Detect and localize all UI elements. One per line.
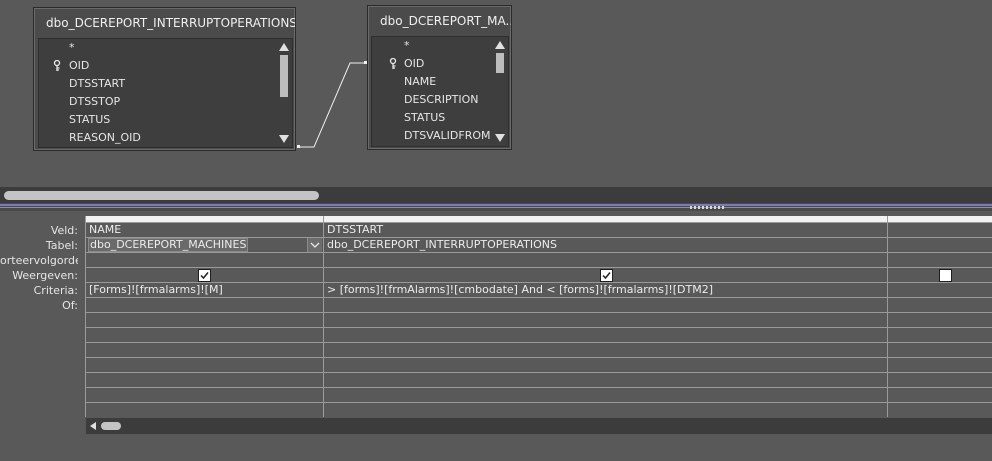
field-item[interactable]: STATUS (404, 109, 445, 127)
join-line[interactable] (294, 55, 374, 155)
row-label-show: Weergeven: (12, 269, 78, 282)
table-window-machines[interactable]: dbo_DCEREPORT_MA... * OID NAME DESCRIPTI… (367, 5, 512, 150)
show-checkbox-col1[interactable] (198, 269, 211, 282)
checkmark-icon (200, 272, 209, 280)
field-list[interactable]: * OID NAME DESCRIPTION STATUS DTSVALIDFR… (371, 36, 509, 147)
show-checkbox-col2[interactable] (600, 269, 613, 282)
row-label-or: Of: (62, 299, 78, 312)
field-item[interactable]: DTSVALIDFROM (404, 127, 490, 145)
scroll-down-icon[interactable] (279, 135, 289, 143)
field-item[interactable]: OID (404, 55, 424, 73)
table-combobox-col1[interactable]: dbo_DCEREPORT_MACHINES (86, 238, 322, 252)
checkmark-icon (602, 272, 611, 280)
query-design-grid[interactable]: Veld: Tabel: orteervolgorde: Weergeven: … (0, 211, 992, 461)
scrollbar-thumb[interactable] (4, 191, 319, 200)
diagram-horizontal-scrollbar[interactable] (0, 187, 992, 203)
table-title[interactable]: dbo_DCEREPORT_MA... (368, 6, 511, 36)
field-item[interactable]: OID (69, 57, 89, 75)
show-checkbox-col3[interactable] (939, 269, 952, 282)
field-item[interactable]: * (404, 37, 410, 55)
field-cell-col2[interactable]: DTSSTART (327, 223, 383, 237)
scroll-up-icon[interactable] (279, 43, 289, 51)
query-diagram-pane[interactable]: dbo_DCEREPORT_INTERRUPTOPERATIONS * OID … (0, 0, 992, 190)
field-cell-col1[interactable]: NAME (89, 223, 121, 237)
pane-splitter[interactable] (0, 203, 992, 211)
scrollbar-thumb[interactable] (101, 422, 121, 430)
splitter-grip[interactable] (690, 206, 724, 209)
row-label-field: Veld: (50, 224, 78, 237)
row-label-sort: orteervolgorde: (0, 254, 78, 267)
table-window-interruptoperations[interactable]: dbo_DCEREPORT_INTERRUPTOPERATIONS * OID … (33, 7, 296, 151)
key-icon (53, 59, 63, 72)
criteria-cell-col2[interactable]: > [forms]![frmAlarms]![cmbodate] And < [… (327, 283, 713, 297)
field-list-scrollbar[interactable] (277, 39, 291, 147)
scroll-down-icon[interactable] (495, 134, 505, 142)
field-item[interactable]: NAME (404, 73, 436, 91)
field-item[interactable]: * (69, 39, 75, 57)
field-list-scrollbar[interactable] (493, 37, 507, 146)
chevron-down-icon (310, 242, 320, 248)
field-item[interactable]: DTSSTART (69, 75, 125, 93)
row-label-table: Tabel: (45, 239, 78, 252)
scroll-up-icon[interactable] (495, 41, 505, 49)
dropdown-button[interactable] (307, 238, 322, 252)
field-item[interactable]: DESCRIPTION (404, 91, 478, 109)
row-label-criteria: Criteria: (33, 284, 78, 297)
table-title[interactable]: dbo_DCEREPORT_INTERRUPTOPERATIONS (34, 8, 295, 38)
field-item[interactable]: DTSSTOP (69, 93, 120, 111)
table-cell-value[interactable]: dbo_DCEREPORT_MACHINES (88, 238, 249, 252)
grid-horizontal-scrollbar[interactable] (86, 418, 992, 434)
criteria-cell-col1[interactable]: [Forms]![frmalarms]![M] (89, 283, 223, 297)
scrollbar-thumb[interactable] (280, 55, 288, 97)
table-cell-col2[interactable]: dbo_DCEREPORT_INTERRUPTOPERATIONS (327, 238, 557, 252)
scroll-left-icon[interactable] (90, 422, 96, 430)
key-icon (389, 57, 399, 70)
field-item[interactable]: STATUS (69, 111, 110, 129)
field-item[interactable]: REASON_OID (69, 129, 141, 147)
field-list[interactable]: * OID DTSSTART DTSSTOP STATUS REASON_OID (38, 38, 293, 148)
scrollbar-thumb[interactable] (496, 53, 504, 73)
